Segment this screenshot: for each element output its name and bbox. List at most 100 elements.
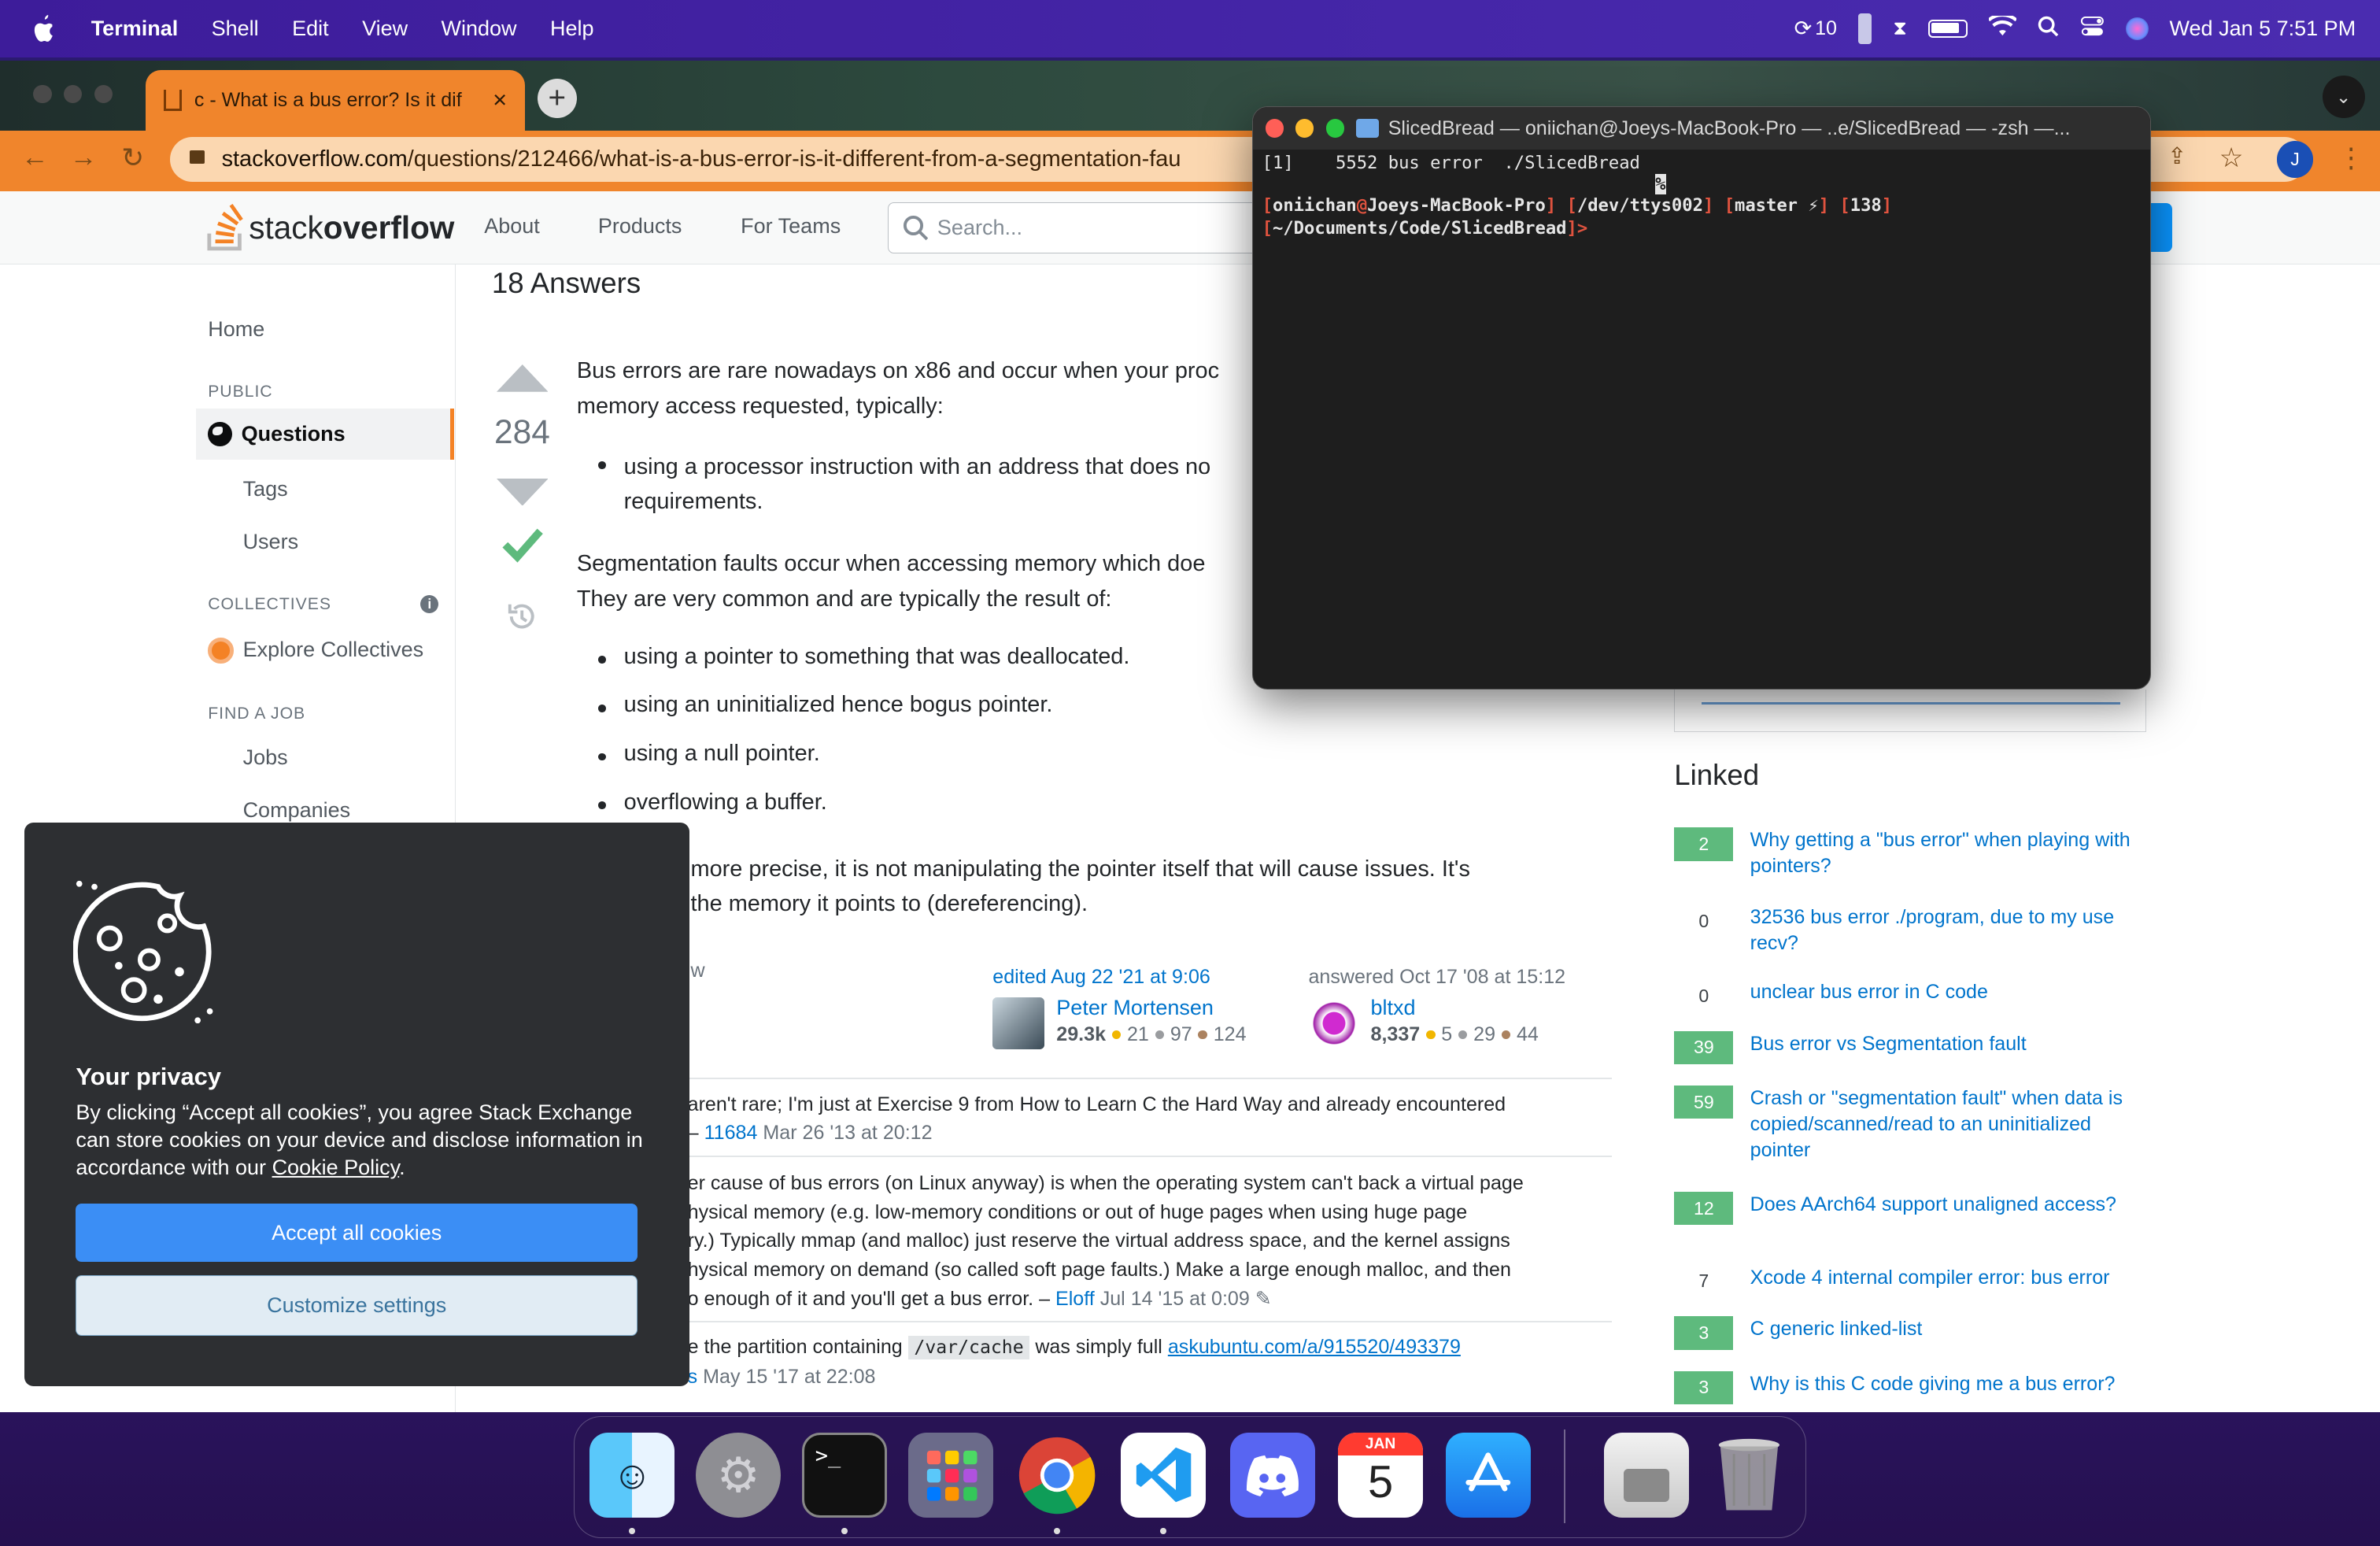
linked-item[interactable]: 39 Bus error vs Segmentation fault (1674, 1030, 2153, 1064)
linked-item[interactable]: 0 32536 bus error ./program, due to my us… (1674, 904, 2153, 956)
linked-question-link[interactable]: Bus error vs Segmentation fault (1750, 1031, 2027, 1064)
window-close-button[interactable] (33, 84, 52, 104)
app-store-icon[interactable] (1446, 1432, 1532, 1518)
follow-link[interactable]: w (691, 960, 705, 982)
siri-icon[interactable] (2125, 17, 2149, 41)
author-avatar[interactable] (1308, 997, 1361, 1049)
nav-for-teams[interactable]: For Teams (741, 214, 841, 239)
terminal-minimize-button[interactable] (1295, 119, 1314, 138)
prompt-tty: /dev/ttys002 (1576, 194, 1703, 216)
menu-window[interactable]: Window (442, 17, 517, 41)
reload-button[interactable]: ↻ (121, 142, 144, 174)
terminal-icon[interactable]: >_ (802, 1432, 888, 1518)
trash-icon[interactable] (1707, 1433, 1792, 1518)
comments-divider (576, 1320, 1613, 1322)
edited-link[interactable]: edited Aug 22 '21 at 9:06 (992, 966, 1210, 989)
sidebar-item-tags[interactable]: Tags (243, 477, 288, 501)
pencil-icon[interactable]: ✎ (1255, 1288, 1272, 1310)
linked-question-link[interactable]: Why getting a "bus error" when playing w… (1750, 827, 2153, 879)
apple-icon[interactable] (28, 12, 61, 45)
nav-products[interactable]: Products (598, 214, 682, 239)
linked-item[interactable]: 59 Crash or "segmentation fault" when dat… (1674, 1085, 2153, 1163)
menu-shell[interactable]: Shell (212, 17, 259, 41)
editor-name[interactable]: Peter Mortensen (1056, 996, 1214, 1020)
linked-question-link[interactable]: Xcode 4 internal compiler error: bus err… (1750, 1265, 2110, 1298)
clock[interactable]: Wed Jan 5 7:51 PM (2170, 17, 2356, 41)
back-button[interactable]: ← (21, 142, 49, 173)
stackoverflow-logo[interactable]: stack overflow (206, 201, 454, 255)
linked-item[interactable]: 3 C generic linked-list (1674, 1316, 2153, 1350)
vscode-icon[interactable] (1121, 1432, 1207, 1518)
linked-item[interactable]: 2 Why getting a "bus error" when playing … (1674, 827, 2153, 879)
linked-item[interactable]: 12 Does AArch64 support unaligned access? (1674, 1191, 2153, 1226)
linked-question-link[interactable]: 32536 bus error ./program, due to my use… (1750, 904, 2153, 956)
editor-avatar[interactable] (992, 997, 1044, 1049)
calendar-icon[interactable]: JAN 5 (1338, 1432, 1424, 1518)
window-zoom-button[interactable] (94, 84, 113, 104)
history-icon[interactable] (505, 600, 538, 633)
linked-question-link[interactable]: Does AArch64 support unaligned access? (1750, 1192, 2116, 1225)
cookie-policy-link[interactable]: Cookie Policy (272, 1156, 400, 1179)
silver-badge-icon (1155, 1030, 1165, 1040)
accept-all-cookies-button[interactable]: Accept all cookies (76, 1204, 638, 1262)
tab-close-icon[interactable]: × (493, 86, 507, 114)
tab-search-button[interactable]: ⌄ (2322, 76, 2365, 119)
kebab-menu-icon[interactable]: ⋮ (2338, 142, 2365, 174)
control-center-icon[interactable] (2080, 16, 2105, 43)
linked-question-link[interactable]: unclear bus error in C code (1750, 979, 1988, 1012)
sidebar-item-jobs[interactable]: Jobs (243, 745, 288, 770)
linked-item[interactable]: 0 unclear bus error in C code (1674, 978, 2153, 1013)
chrome-icon[interactable] (1014, 1433, 1099, 1518)
sidebar-item-questions[interactable]: Questions (195, 408, 454, 460)
launchpad-icon[interactable] (908, 1432, 994, 1518)
comment-user[interactable]: Eloff (1055, 1288, 1095, 1310)
system-preferences-icon[interactable]: ⚙ (696, 1432, 782, 1518)
battery-icon[interactable] (1927, 20, 1968, 39)
hourglass-icon[interactable]: ⧗ (1893, 17, 1907, 41)
menu-help[interactable]: Help (550, 17, 594, 41)
menu-app-terminal[interactable]: Terminal (91, 17, 179, 41)
search-input[interactable]: Search... (888, 202, 1283, 254)
browser-tab[interactable]: c - What is a bus error? Is it dif × (146, 69, 526, 131)
discord-icon[interactable] (1230, 1432, 1316, 1518)
terminal-window[interactable]: SlicedBread — oniichan@Joeys-MacBook-Pro… (1252, 106, 2151, 690)
info-icon[interactable]: i (420, 594, 439, 614)
sidebar-item-companies[interactable]: Companies (243, 798, 351, 823)
linked-item[interactable]: 7 Xcode 4 internal compiler error: bus er… (1674, 1264, 2153, 1298)
downvote-arrow-icon[interactable] (496, 478, 549, 506)
author-name[interactable]: bltxd (1371, 996, 1416, 1020)
menu-edit[interactable]: Edit (292, 17, 329, 41)
customize-settings-button[interactable]: Customize settings (76, 1275, 638, 1337)
terminal-close-button[interactable] (1265, 119, 1284, 138)
forward-button[interactable]: → (70, 142, 98, 173)
document-icon[interactable] (1603, 1432, 1689, 1518)
comment: aren't rare; I'm just at Exercise 9 from… (688, 1090, 1629, 1148)
share-icon[interactable]: ⇪ (2168, 142, 2186, 170)
nav-about[interactable]: About (484, 214, 540, 239)
window-minimize-button[interactable] (64, 84, 83, 104)
new-tab-button[interactable]: + (537, 79, 577, 119)
sidebar-item-home[interactable]: Home (208, 317, 264, 342)
menu-view[interactable]: View (362, 17, 408, 41)
comment-link[interactable]: askubuntu.com/a/915520/493379 (1168, 1336, 1461, 1358)
linked-item[interactable]: 3 Why is this C code giving me a bus erro… (1674, 1370, 2153, 1404)
answer-text-line: using a processor instruction with an ad… (623, 453, 1211, 479)
answer-text-line: They are very common and are typically t… (576, 586, 1112, 612)
bookmark-star-icon[interactable]: ☆ (2219, 142, 2244, 174)
search-icon[interactable] (2038, 16, 2059, 43)
sync-status[interactable]: ⟳ 10 (1794, 17, 1837, 41)
app-status-icon[interactable] (1857, 13, 1872, 44)
upvote-arrow-icon[interactable] (496, 364, 549, 392)
profile-avatar[interactable]: J (2276, 141, 2314, 178)
linked-question-link[interactable]: C generic linked-list (1750, 1316, 1923, 1349)
sidebar-item-users[interactable]: Users (243, 530, 299, 554)
terminal-zoom-button[interactable] (1325, 119, 1344, 138)
finder-icon[interactable]: ☺ (589, 1432, 675, 1518)
linked-question-link[interactable]: Crash or "segmentation fault" when data … (1750, 1086, 2153, 1163)
comment-user[interactable]: 11684 (704, 1122, 758, 1144)
plus-icon: + (548, 81, 567, 116)
wifi-icon[interactable] (1987, 13, 2018, 43)
linked-question-link[interactable]: Why is this C code giving me a bus error… (1750, 1371, 2116, 1404)
answer-paragraph-1: Bus errors are rare nowadays on x86 and … (577, 353, 1219, 423)
sidebar-item-explore-collectives[interactable]: Explore Collectives (243, 638, 424, 662)
